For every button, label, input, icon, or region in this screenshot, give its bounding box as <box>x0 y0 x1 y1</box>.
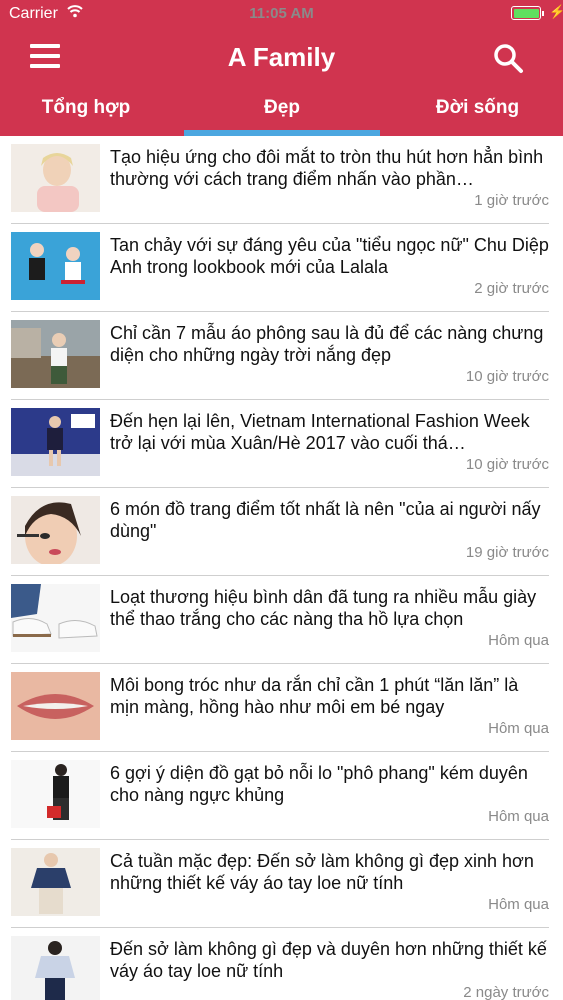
battery-icon <box>511 6 544 20</box>
app-title: A Family <box>227 42 336 72</box>
article-row[interactable]: Đến hẹn lại lên, Vietnam International F… <box>0 400 563 488</box>
status-bar: Carrier 11:05 AM ⚡ <box>0 0 563 30</box>
article-title: Tan chảy với sự đáng yêu của "tiểu ngọc … <box>110 235 549 277</box>
article-time: 19 giờ trước <box>465 544 549 561</box>
article-time: 2 ngày trước <box>463 984 549 1000</box>
article-time: Hôm qua <box>488 720 549 737</box>
article-thumbnail <box>11 584 100 652</box>
article-row[interactable]: Tạo hiệu ứng cho đôi mắt to tròn thu hút… <box>0 136 563 224</box>
article-title: 6 gợi ý diện đồ gạt bỏ nỗi lo "phô phang… <box>110 763 528 805</box>
article-time: Hôm qua <box>488 632 549 649</box>
article-row[interactable]: Môi bong tróc như da rắn chỉ cần 1 phút … <box>0 664 563 752</box>
article-row[interactable]: Tan chảy với sự đáng yêu của "tiểu ngọc … <box>0 224 563 312</box>
article-row[interactable]: 6 gợi ý diện đồ gạt bỏ nỗi lo "phô phang… <box>0 752 563 840</box>
article-list[interactable]: Tạo hiệu ứng cho đôi mắt to tròn thu hút… <box>0 136 563 1000</box>
article-thumbnail <box>11 936 100 1000</box>
article-thumbnail <box>11 144 100 212</box>
article-time: 1 giờ trước <box>474 192 549 209</box>
article-time: Hôm qua <box>488 896 549 913</box>
article-time: 2 giờ trước <box>474 280 549 297</box>
article-row[interactable]: Cả tuần mặc đẹp: Đến sở làm không gì đẹp… <box>0 840 563 928</box>
article-time: 10 giờ trước <box>465 368 549 385</box>
article-title: Đến hẹn lại lên, Vietnam International F… <box>110 411 530 453</box>
article-row[interactable]: Chỉ cần 7 mẫu áo phông sau là đủ để các … <box>0 312 563 400</box>
article-thumbnail <box>11 496 100 564</box>
article-thumbnail <box>11 848 100 916</box>
tab-doi-song[interactable]: Đời sống <box>392 97 563 136</box>
article-title: Chỉ cần 7 mẫu áo phông sau là đủ để các … <box>110 323 544 365</box>
article-title: Loạt thương hiệu bình dân đã tung ra nhi… <box>110 587 537 629</box>
article-thumbnail <box>11 760 100 828</box>
article-title: Tạo hiệu ứng cho đôi mắt to tròn thu hút… <box>110 147 544 189</box>
search-icon[interactable] <box>492 42 524 74</box>
app-header: Carrier 11:05 AM ⚡ A Family Tổng hợp Đẹp… <box>0 0 563 136</box>
charging-icon: ⚡ <box>549 4 563 19</box>
tab-tong-hop[interactable]: Tổng hợp <box>0 97 172 136</box>
article-title: Cả tuần mặc đẹp: Đến sở làm không gì đẹp… <box>110 851 534 893</box>
article-row[interactable]: Đến sở làm không gì đẹp và duyên hơn nhữ… <box>0 928 563 1000</box>
article-time: Hôm qua <box>488 808 549 825</box>
article-title: Đến sở làm không gì đẹp và duyên hơn nhữ… <box>110 939 547 981</box>
article-thumbnail <box>11 232 100 300</box>
article-thumbnail <box>11 320 100 388</box>
article-title: Môi bong tróc như da rắn chỉ cần 1 phút … <box>110 675 519 717</box>
article-row[interactable]: Loạt thương hiệu bình dân đã tung ra nhi… <box>0 576 563 664</box>
status-time: 11:05 AM <box>249 5 314 22</box>
article-time: 10 giờ trước <box>465 456 549 473</box>
tab-bar: Tổng hợp Đẹp Đời sống <box>0 92 563 136</box>
article-thumbnail <box>11 408 100 476</box>
article-row[interactable]: 6 món đồ trang điểm tốt nhất là nên "của… <box>0 488 563 576</box>
article-title: 6 món đồ trang điểm tốt nhất là nên "của… <box>110 499 541 541</box>
article-thumbnail <box>11 672 100 740</box>
